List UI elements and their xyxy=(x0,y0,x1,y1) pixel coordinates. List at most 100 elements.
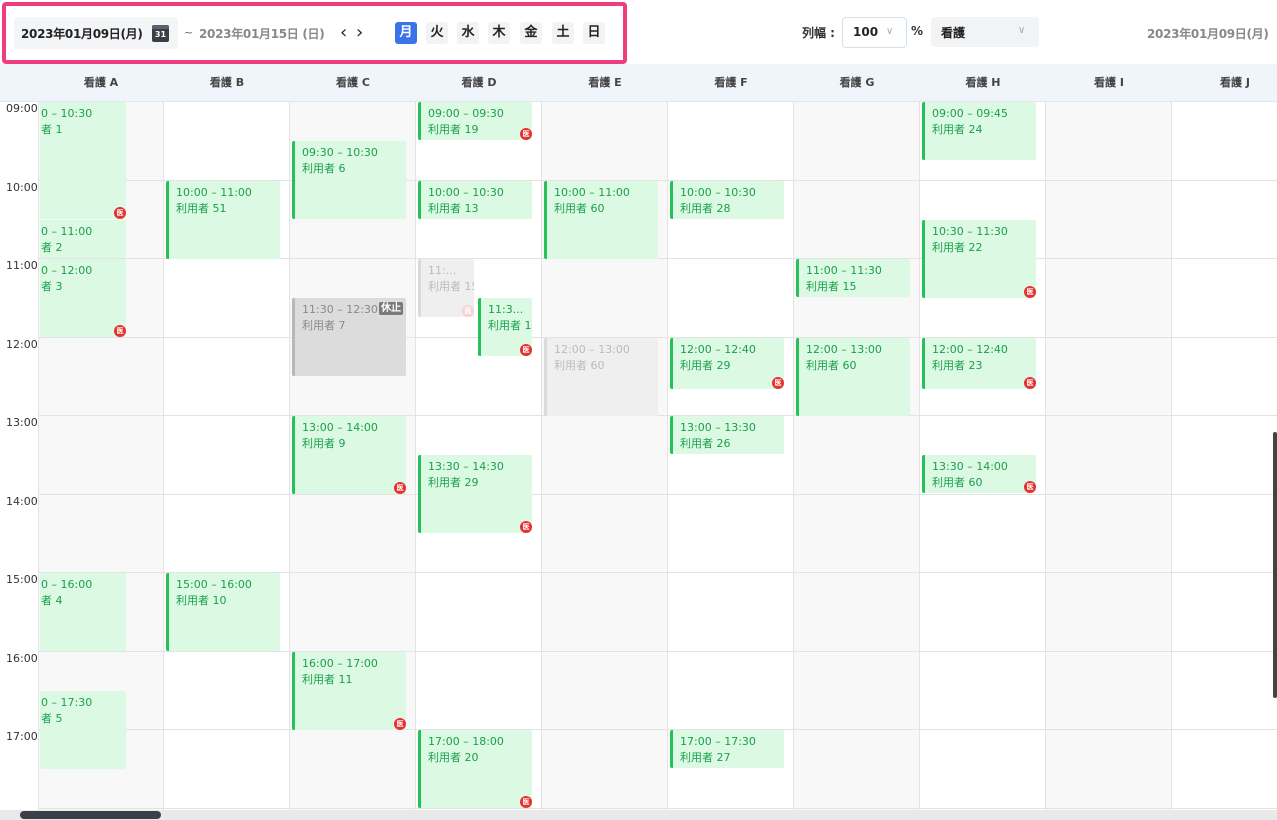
event-client-name: 利用者 60 xyxy=(806,359,857,372)
date-range-separator: ~ xyxy=(184,26,194,39)
appointment-event[interactable]: 11:... 利用者 15 医 xyxy=(418,259,474,317)
column-header: 看護 H xyxy=(965,76,1001,89)
group-select-value: 看護 xyxy=(941,26,966,40)
event-client-name: 者 1 xyxy=(41,123,63,136)
next-week-chevron-icon[interactable]: › xyxy=(356,21,363,45)
appointment-event[interactable]: 10:00 – 11:00 利用者 60 xyxy=(544,181,658,259)
appointment-event[interactable]: 0 – 16:00 者 4 xyxy=(40,573,126,651)
appointment-event[interactable]: 10:00 – 10:30 利用者 13 xyxy=(418,181,532,219)
weekday-button-thu[interactable]: 木 xyxy=(488,22,510,44)
appointment-event[interactable]: 09:30 – 10:30 利用者 6 xyxy=(292,141,406,219)
appointment-event[interactable]: 11:3... 利用者 15 医 xyxy=(478,298,532,356)
appointment-event[interactable]: 0 – 11:00 者 2 xyxy=(40,220,126,258)
column-width-value: 100 xyxy=(853,25,879,39)
event-time: 0 – 16:00 xyxy=(41,578,93,591)
column-shade xyxy=(794,102,920,810)
appointment-event[interactable]: 10:00 – 11:00 利用者 51 xyxy=(166,181,280,259)
event-time: 10:00 – 10:30 xyxy=(680,186,756,199)
chevron-down-icon: ∨ xyxy=(1018,25,1026,36)
appointment-event[interactable]: 13:00 – 13:30 利用者 26 xyxy=(670,416,784,454)
appointment-event[interactable]: 13:00 – 14:00 利用者 9 医 xyxy=(292,416,406,494)
weekday-button-sun[interactable]: 日 xyxy=(583,22,605,44)
appointment-event[interactable]: 10:00 – 10:30 利用者 28 xyxy=(670,181,784,219)
appointment-event[interactable]: 10:30 – 11:30 利用者 22 医 xyxy=(922,220,1036,298)
column-divider xyxy=(1171,102,1172,810)
appointment-event[interactable]: 0 – 10:30 者 1 医 xyxy=(40,102,126,219)
weekday-button-fri[interactable]: 金 xyxy=(520,22,542,44)
column-header: 看護 D xyxy=(461,76,497,89)
event-time: 12:00 – 13:00 xyxy=(554,343,630,356)
column-header: 看護 E xyxy=(588,76,622,89)
event-time: 09:00 – 09:30 xyxy=(428,107,504,120)
appointment-event[interactable]: 15:00 – 16:00 利用者 10 xyxy=(166,573,280,651)
event-client-name: 利用者 9 xyxy=(302,437,346,450)
column-divider xyxy=(289,102,290,810)
appointment-event[interactable]: 12:00 – 12:40 利用者 23 医 xyxy=(922,338,1036,389)
appointment-event[interactable]: 11:00 – 11:30 利用者 15 xyxy=(796,259,910,297)
appointment-event[interactable]: 12:00 – 13:00 利用者 60 xyxy=(544,338,658,416)
toolbar: 2023年01月09日(月) 31 ~ 2023年01月15日 (日) ‹ › … xyxy=(0,0,1277,64)
appointment-event[interactable]: 09:00 – 09:45 利用者 24 xyxy=(922,102,1036,160)
weekday-button-wed[interactable]: 水 xyxy=(457,22,479,44)
vertical-scrollbar[interactable] xyxy=(1273,432,1277,698)
event-client-name: 利用者 26 xyxy=(680,437,731,450)
event-time: 0 – 10:30 xyxy=(41,107,93,120)
appointment-event[interactable]: 13:30 – 14:30 利用者 29 医 xyxy=(418,455,532,533)
medical-icon: 医 xyxy=(394,482,406,494)
event-client-name: 者 5 xyxy=(41,712,63,725)
event-client-name: 利用者 27 xyxy=(680,751,731,764)
appointment-event[interactable]: 12:00 – 13:00 利用者 60 xyxy=(796,338,910,416)
appointment-event[interactable]: 17:00 – 18:00 利用者 20 医 xyxy=(418,730,532,808)
event-client-name: 利用者 29 xyxy=(428,476,479,489)
start-date-picker[interactable]: 2023年01月09日(月) 31 xyxy=(14,17,178,49)
event-client-name: 利用者 11 xyxy=(302,673,353,686)
chevron-down-icon: ∨ xyxy=(886,26,894,37)
event-client-name: 利用者 19 xyxy=(428,123,479,136)
medical-icon: 医 xyxy=(520,344,532,356)
prev-week-chevron-icon[interactable]: ‹ xyxy=(340,21,347,45)
appointment-event[interactable]: 0 – 12:00 者 3 医 xyxy=(40,259,126,337)
column-divider xyxy=(667,102,668,810)
medical-icon: 医 xyxy=(1024,286,1036,298)
event-client-name: 利用者 15 xyxy=(806,280,857,293)
event-client-name: 利用者 13 xyxy=(428,202,479,215)
current-date-label: 2023年01月09日(月) xyxy=(1147,27,1269,41)
time-label: 16:00 xyxy=(6,652,38,665)
medical-icon: 医 xyxy=(1024,377,1036,389)
appointment-event[interactable]: 13:30 – 14:00 利用者 60 医 xyxy=(922,455,1036,493)
weekday-button-tue[interactable]: 火 xyxy=(426,22,448,44)
column-divider xyxy=(919,102,920,810)
calendar-icon[interactable]: 31 xyxy=(152,25,169,42)
horizontal-scrollbar[interactable] xyxy=(0,810,1277,820)
event-time: 13:30 – 14:00 xyxy=(932,460,1008,473)
event-time: 15:00 – 16:00 xyxy=(176,578,252,591)
appointment-event[interactable]: 0 – 17:30 者 5 xyxy=(40,691,126,769)
event-client-name: 利用者 6 xyxy=(302,162,346,175)
event-client-name: 利用者 15 xyxy=(488,319,532,332)
weekday-button-mon[interactable]: 月 xyxy=(395,22,417,44)
appointment-event[interactable]: 12:00 – 12:40 利用者 29 医 xyxy=(670,338,784,389)
event-time: 16:00 – 17:00 xyxy=(302,657,378,670)
event-time: 12:00 – 12:40 xyxy=(932,343,1008,356)
column-shade xyxy=(1046,102,1172,810)
event-client-name: 利用者 7 xyxy=(302,319,346,332)
horizontal-scrollbar-thumb[interactable] xyxy=(20,811,161,819)
appointment-event[interactable]: 17:00 – 17:30 利用者 27 xyxy=(670,730,784,768)
column-divider xyxy=(1045,102,1046,810)
column-width-select[interactable]: 100 ∨ xyxy=(842,17,907,48)
column-header-row: 看護 A 看護 B 看護 C 看護 D 看護 E 看護 F 看護 G 看護 H 看護 I 看護 J xyxy=(0,64,1277,102)
column-header: 看護 G xyxy=(839,76,875,89)
event-time: 11:3... xyxy=(488,303,524,316)
column-header: 看護 B xyxy=(209,76,245,89)
appointment-event[interactable]: 09:00 – 09:30 利用者 19 医 xyxy=(418,102,532,140)
event-time: 12:00 – 12:40 xyxy=(680,343,756,356)
weekday-button-sat[interactable]: 土 xyxy=(552,22,574,44)
event-time: 13:00 – 13:30 xyxy=(680,421,756,434)
group-select[interactable]: 看護 ∨ xyxy=(931,17,1039,47)
hour-divider xyxy=(38,494,1277,495)
event-client-name: 利用者 15 xyxy=(428,280,474,293)
medical-icon: 医 xyxy=(462,305,474,317)
appointment-event[interactable]: 11:30 – 12:30 利用者 7 休止 xyxy=(292,298,406,376)
column-divider xyxy=(415,102,416,810)
appointment-event[interactable]: 16:00 – 17:00 利用者 11 医 xyxy=(292,652,406,730)
